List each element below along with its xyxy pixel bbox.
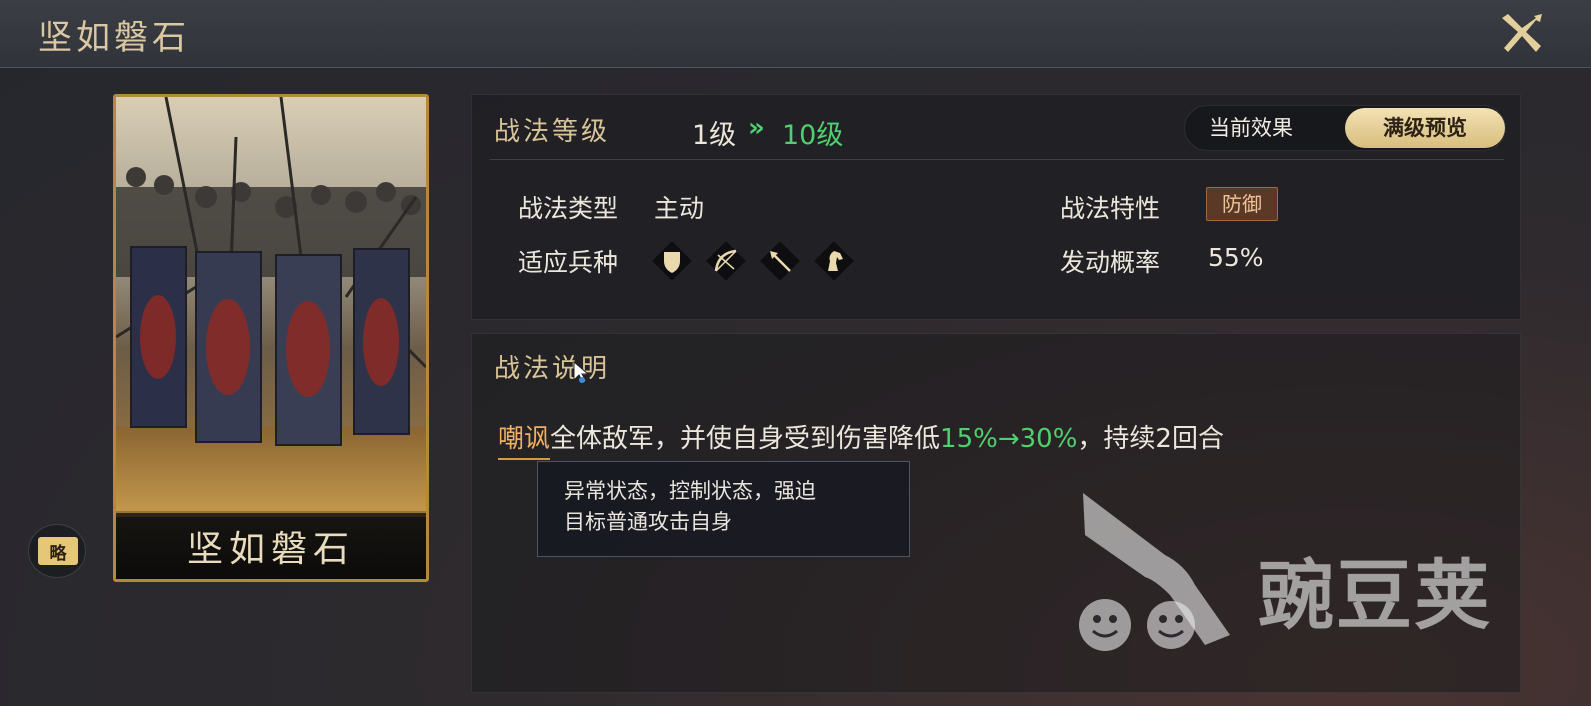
divider: [490, 159, 1504, 160]
horse-unit-icon: [814, 241, 854, 281]
trait-label: 战法特性: [1060, 194, 1161, 223]
max-level-preview-tab[interactable]: 满级预览: [1345, 108, 1505, 148]
level-label: 战法等级: [494, 117, 611, 147]
strategy-type-badge[interactable]: 略: [28, 524, 86, 578]
rate-value: 55%: [1208, 243, 1264, 272]
level-arrow-icon: »: [748, 113, 765, 143]
tooltip-line-1: 异常状态，控制状态，强迫: [564, 479, 816, 503]
spear-unit-icon: [760, 241, 800, 281]
strategy-type-label: 略: [38, 537, 78, 565]
description-part-2: ，持续2回合: [1077, 424, 1224, 454]
description-part-1: 全体敌军，并使自身受到伤害降低: [550, 424, 941, 454]
keyword-tooltip: 异常状态，控制状态，强迫 目标普通攻击自身: [537, 461, 910, 557]
page-title: 坚如磐石: [38, 18, 190, 58]
units-label: 适应兵种: [518, 248, 619, 277]
description-label: 战法说明: [494, 354, 611, 384]
type-value: 主动: [654, 194, 705, 223]
description-text: 嘲讽全体敌军，并使自身受到伤害降低15%→30%，持续2回合: [498, 418, 1224, 460]
skill-card: 坚如磐石: [113, 94, 429, 582]
type-label: 战法类型: [518, 194, 619, 223]
effect-toggle: 当前效果 满级预览: [1184, 105, 1506, 151]
watermark-text: 豌豆荚: [1258, 551, 1492, 640]
card-name-plate: 坚如磐石: [116, 511, 426, 579]
bow-unit-icon: [706, 241, 746, 281]
level-to: 10级: [782, 120, 844, 151]
tooltip-line-2: 目标普通攻击自身: [564, 510, 732, 534]
shield-unit-icon: [652, 241, 692, 281]
skill-info-panel: 战法等级 1级 » 10级 当前效果 满级预览 战法类型 主动 战法特性 防御 …: [471, 94, 1521, 320]
rate-label: 发动概率: [1060, 248, 1161, 277]
close-icon: [1502, 14, 1542, 52]
cursor-icon: [573, 360, 590, 384]
value-change: 15%→30%: [940, 424, 1078, 454]
keyword-taunt[interactable]: 嘲讽: [498, 424, 551, 460]
title-bar: 坚如磐石: [0, 0, 1591, 68]
close-button[interactable]: [1496, 10, 1546, 58]
current-effect-tab[interactable]: 当前效果: [1209, 106, 1293, 150]
level-from: 1级: [692, 120, 737, 151]
card-artwork: [116, 97, 426, 517]
card-name: 坚如磐石: [186, 529, 355, 570]
trait-badge: 防御: [1206, 187, 1278, 221]
